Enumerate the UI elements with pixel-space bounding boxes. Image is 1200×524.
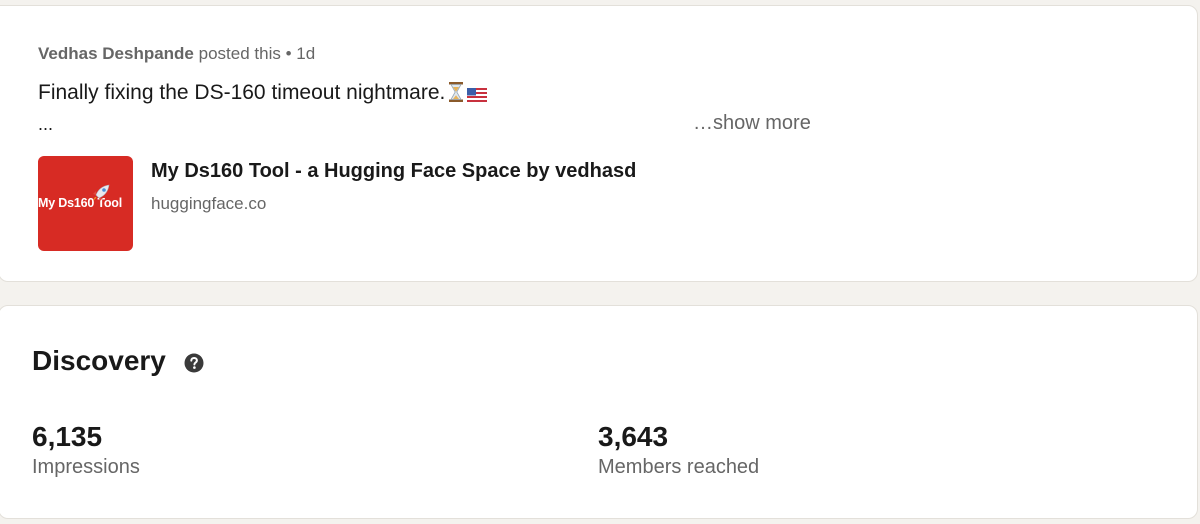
metric-impressions: 6,135 Impressions <box>32 420 140 479</box>
post-time: 1d <box>296 44 316 63</box>
us-flag-icon <box>467 84 488 108</box>
metric-label: Impressions <box>32 456 140 478</box>
question-circle-icon[interactable] <box>184 353 204 373</box>
post-text-content: Finally fixing the DS-160 timeout nightm… <box>38 81 446 104</box>
link-title[interactable]: My Ds160 Tool - a Hugging Face Space by … <box>151 160 636 183</box>
show-more-link[interactable]: …show more <box>693 112 811 135</box>
metric-label: Members reached <box>598 456 760 478</box>
post-author[interactable]: Vedhas Deshpande <box>38 44 194 63</box>
post-action: posted this <box>198 44 281 63</box>
post-card: Vedhas Deshpande posted this • 1d Finall… <box>0 5 1198 282</box>
post-text: Finally fixing the DS-160 timeout nightm… <box>38 81 488 108</box>
metric-value: 3,643 <box>598 421 669 452</box>
metric-members-reached: 3,643 Members reached <box>598 420 759 479</box>
link-domain: huggingface.co <box>151 194 267 213</box>
hourglass-icon <box>449 82 464 108</box>
header-separator: • <box>285 44 292 63</box>
discovery-card: Discovery 6,135 Impressions 3,643 Member… <box>0 305 1198 519</box>
post-ellipsis: ... <box>38 114 54 134</box>
link-preview[interactable]: My Ds160 Tool My Ds160 Tool - a Hugging … <box>38 156 838 252</box>
rocket-icon <box>93 184 110 201</box>
link-thumbnail[interactable]: My Ds160 Tool <box>38 156 133 251</box>
post-header: Vedhas Deshpande posted this • 1d <box>38 44 315 64</box>
metric-value: 6,135 <box>32 421 103 452</box>
discovery-title: Discovery <box>32 345 166 376</box>
